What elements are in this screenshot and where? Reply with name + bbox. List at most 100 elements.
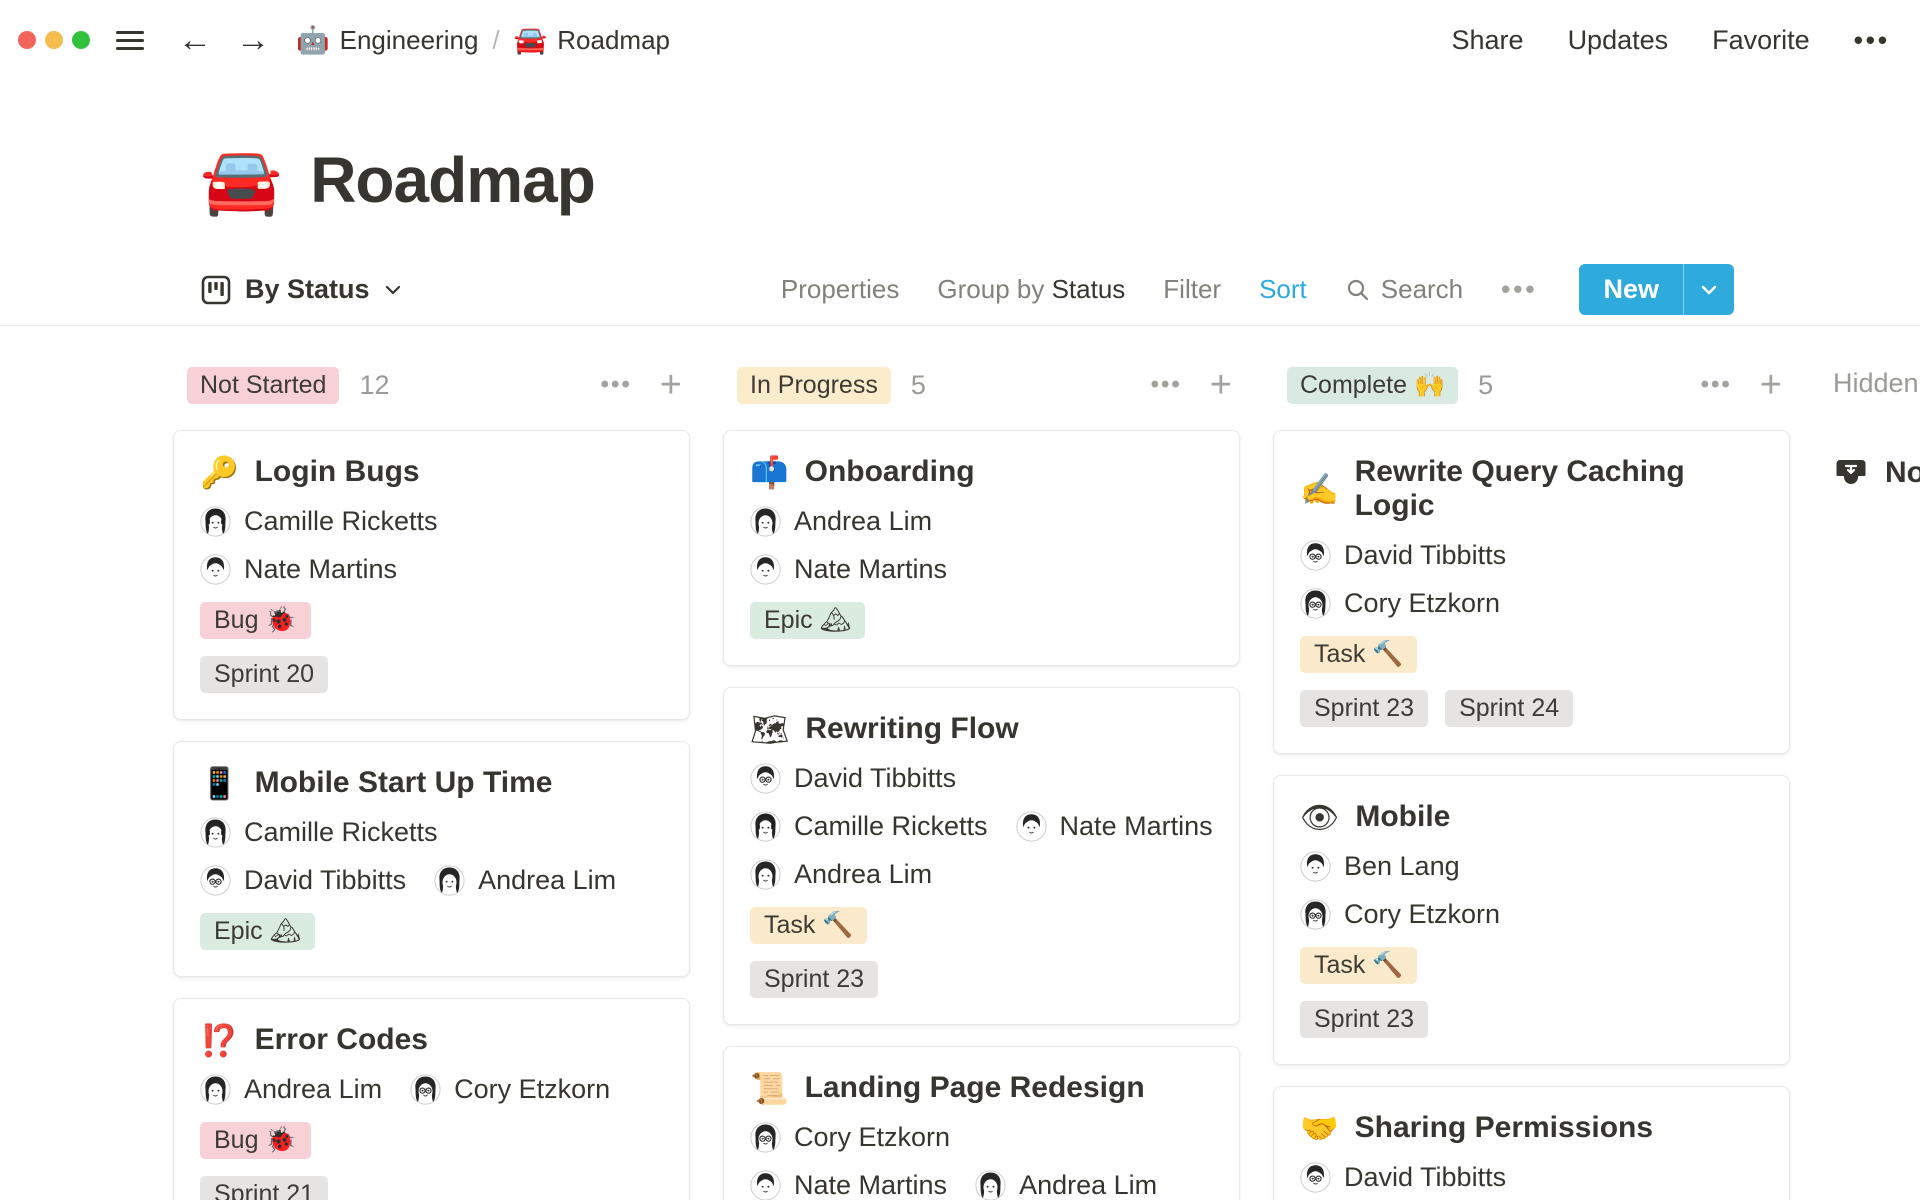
- status-badge[interactable]: Complete 🙌: [1287, 366, 1459, 404]
- person-name: Cory Etzkorn: [454, 1074, 611, 1104]
- board-view-icon: [201, 275, 231, 304]
- new-button-label[interactable]: New: [1579, 264, 1683, 315]
- person-name: David Tibbitts: [794, 763, 957, 793]
- kanban-board: Not Started 12 ••• + 🔑 Login Bugs Camill…: [0, 326, 1920, 1200]
- person-chip: Nate Martins: [200, 554, 397, 585]
- person-chip: David Tibbitts: [750, 763, 956, 794]
- group-by-prefix: Group by: [937, 274, 1045, 304]
- card-mobile-start-up-time[interactable]: 📱 Mobile Start Up Time Camille Ricketts …: [173, 741, 690, 977]
- person-chip: Ben Lang: [1300, 851, 1460, 882]
- person-chip: David Tibbitts: [1300, 1162, 1506, 1193]
- person-name: Camille Ricketts: [244, 817, 438, 847]
- person-name: Nate Martins: [1059, 811, 1213, 841]
- inbox-tray-icon: [1836, 460, 1866, 484]
- hidden-group-no-status[interactable]: No: [1823, 455, 1920, 491]
- person-chip: Nate Martins: [1015, 811, 1213, 842]
- person-chip: Cory Etzkorn: [1300, 588, 1500, 619]
- avatar: [975, 1170, 1006, 1200]
- breadcrumb: 🤖 Engineering / 🚘 Roadmap: [296, 24, 670, 56]
- person-chip: Nate Martins: [750, 1170, 947, 1200]
- person-chip: Cory Etzkorn: [410, 1074, 610, 1105]
- forward-arrow-icon[interactable]: →: [236, 23, 270, 57]
- person-name: David Tibbitts: [244, 865, 407, 895]
- updates-button[interactable]: Updates: [1568, 25, 1669, 56]
- workspace-emoji-icon: 🤖: [296, 25, 330, 55]
- column-add-icon[interactable]: +: [660, 366, 682, 404]
- status-badge[interactable]: In Progress: [737, 366, 891, 404]
- card-login-bugs[interactable]: 🔑 Login Bugs Camille Ricketts Nate Marti…: [173, 430, 690, 720]
- card-sharing-permissions[interactable]: 🤝 Sharing Permissions David Tibbitts Cor…: [1273, 1086, 1790, 1200]
- card-title: Sharing Permissions: [1354, 1111, 1654, 1144]
- column-add-icon[interactable]: +: [1210, 366, 1232, 404]
- person-chip: Andrea Lim: [975, 1170, 1157, 1200]
- card-emoji-icon: 📫: [750, 454, 789, 490]
- sidebar-menu-icon[interactable]: [116, 26, 144, 55]
- search-button[interactable]: Search: [1345, 274, 1463, 305]
- avatar: [750, 811, 781, 842]
- avatar: [750, 763, 781, 794]
- person-chip: Nate Martins: [750, 554, 947, 585]
- properties-button[interactable]: Properties: [781, 274, 900, 305]
- card-rewriting-flow[interactable]: 🗺 Rewriting Flow David Tibbitts Camille …: [723, 687, 1240, 1025]
- avatar: [1300, 899, 1331, 930]
- favorite-button[interactable]: Favorite: [1712, 25, 1810, 56]
- page-title[interactable]: Roadmap: [310, 143, 596, 217]
- card-mobile[interactable]: 👁 Mobile Ben Lang Cory Etzkorn Task 🔨 Sp…: [1273, 775, 1790, 1065]
- person-chip: David Tibbitts: [200, 865, 406, 896]
- card-emoji-icon: ⁉️: [200, 1022, 239, 1058]
- close-window-button[interactable]: [18, 31, 36, 49]
- filter-button[interactable]: Filter: [1163, 274, 1221, 305]
- more-options-icon[interactable]: •••: [1854, 25, 1890, 56]
- breadcrumb-workspace[interactable]: Engineering: [340, 25, 479, 56]
- view-switcher[interactable]: By Status: [200, 274, 403, 306]
- person-chip: Andrea Lim: [750, 859, 932, 890]
- tag-sprint: Sprint 21: [200, 1176, 329, 1200]
- column-more-icon[interactable]: •••: [1151, 371, 1182, 399]
- chevron-down-icon: [385, 285, 400, 294]
- card-title: Landing Page Redesign: [804, 1071, 1145, 1104]
- group-by-button[interactable]: Group by Status: [937, 274, 1125, 305]
- card-emoji-icon: 🗺: [750, 711, 790, 747]
- tag-bug: Bug 🐞: [200, 1122, 311, 1159]
- new-button-chevron-icon[interactable]: [1684, 264, 1734, 315]
- person-name: Camille Ricketts: [794, 811, 988, 841]
- person-name: Cory Etzkorn: [1344, 588, 1501, 618]
- status-badge[interactable]: Not Started: [187, 366, 340, 404]
- traffic-lights: [18, 31, 90, 49]
- column-complete: Complete 🙌 5 ••• + ✍️ Rewrite Query Cach…: [1273, 364, 1790, 1200]
- card-emoji-icon: 🔑: [200, 454, 239, 490]
- share-button[interactable]: Share: [1452, 25, 1524, 56]
- view-name: By Status: [245, 274, 370, 304]
- minimize-window-button[interactable]: [45, 31, 63, 49]
- breadcrumb-separator: /: [492, 24, 500, 55]
- window-title-bar: ← → 🤖 Engineering / 🚘 Roadmap Share Upda…: [0, 0, 1920, 80]
- card-onboarding[interactable]: 📫 Onboarding Andrea Lim Nate Martins Epi…: [723, 430, 1240, 666]
- toolbar-more-icon[interactable]: •••: [1501, 274, 1537, 305]
- page-title-emoji-icon[interactable]: 🚘: [200, 147, 282, 213]
- person-name: Andrea Lim: [794, 506, 933, 536]
- card-landing-page-redesign[interactable]: 📜 Landing Page Redesign Cory Etzkorn Nat…: [723, 1046, 1240, 1200]
- breadcrumb-page[interactable]: Roadmap: [557, 25, 670, 56]
- avatar: [1300, 851, 1331, 882]
- person-name: Andrea Lim: [794, 859, 933, 889]
- column-more-icon[interactable]: •••: [1701, 371, 1732, 399]
- person-name: Nate Martins: [794, 554, 948, 584]
- card-emoji-icon: 👁: [1300, 799, 1340, 835]
- card-error-codes[interactable]: ⁉️ Error Codes Andrea Lim Cory Etzkorn B…: [173, 998, 690, 1200]
- tag-task: Task 🔨: [1300, 947, 1418, 984]
- column-more-icon[interactable]: •••: [601, 371, 632, 399]
- tag-task: Task 🔨: [750, 907, 868, 944]
- person-name: David Tibbitts: [1344, 540, 1507, 570]
- card-rewrite-query-caching-logic[interactable]: ✍️ Rewrite Query Caching Logic David Tib…: [1273, 430, 1790, 754]
- search-label: Search: [1380, 274, 1464, 304]
- zoom-window-button[interactable]: [72, 31, 90, 49]
- new-button[interactable]: New: [1579, 264, 1734, 315]
- column-add-icon[interactable]: +: [1760, 366, 1782, 404]
- tag-sprint: Sprint 20: [200, 656, 329, 693]
- sort-button[interactable]: Sort: [1259, 274, 1307, 305]
- hidden-group-name: No: [1885, 456, 1920, 489]
- column-not-started: Not Started 12 ••• + 🔑 Login Bugs Camill…: [173, 364, 690, 1200]
- column-count: 5: [1478, 369, 1494, 400]
- back-arrow-icon[interactable]: ←: [178, 23, 212, 57]
- hidden-groups-label[interactable]: Hidden: [1823, 368, 1920, 399]
